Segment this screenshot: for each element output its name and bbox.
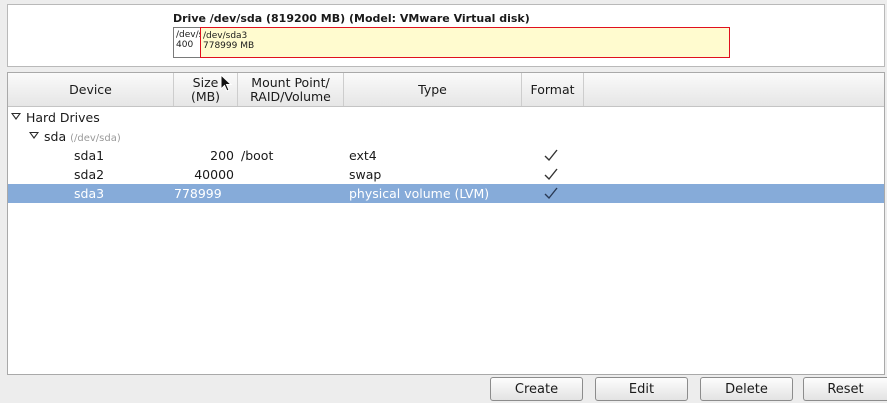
checkmark-icon[interactable] <box>544 167 558 181</box>
partition-segment-sda3[interactable]: /dev/sda3 778999 MB <box>200 27 730 58</box>
edit-button[interactable]: Edit <box>595 377 688 401</box>
size-cell: 778999 <box>174 186 222 201</box>
disk-path: (/dev/sda) <box>70 133 121 144</box>
type-cell: physical volume (LVM) <box>349 186 490 201</box>
create-button[interactable]: Create <box>490 377 583 401</box>
segment-label: /dev/sda1 <box>176 30 200 40</box>
column-header-device[interactable]: Device <box>8 73 174 106</box>
segment-size: 400 <box>176 40 194 50</box>
checkmark-icon[interactable] <box>544 148 558 162</box>
segment-size: 778999 MB <box>203 41 255 51</box>
table-row-sda3[interactable]: sda3 778999 physical volume (LVM) <box>8 184 884 203</box>
column-label: Size (MB) <box>190 74 221 104</box>
size-cell: 200 <box>210 148 234 163</box>
column-label: Type <box>418 81 447 97</box>
disk-name: sda <box>44 129 67 144</box>
delete-button[interactable]: Delete <box>700 377 793 401</box>
partition-bar: /dev/sda1 400 /dev/sda3 778999 MB <box>173 27 730 58</box>
tree-row-disk-sda[interactable]: sda (/dev/sda) <box>8 127 884 146</box>
table-row-sda2[interactable]: sda2 40000 swap <box>8 165 884 184</box>
device-cell: sda2 <box>74 167 105 182</box>
type-cell: swap <box>349 167 382 182</box>
reset-button[interactable]: Reset <box>803 377 887 401</box>
mount-cell: /boot <box>241 148 274 163</box>
expander-icon[interactable] <box>11 113 21 120</box>
column-header-format[interactable]: Format <box>522 73 584 106</box>
column-label: Format <box>530 81 575 97</box>
column-label: Device <box>69 81 112 97</box>
column-header-mount-point[interactable]: Mount Point/ RAID/Volume <box>238 73 344 106</box>
drive-title: Drive /dev/sda (819200 MB) (Model: VMwar… <box>173 12 530 25</box>
partition-table: Device Size (MB) Mount Point/ RAID/Volum… <box>7 72 885 375</box>
mouse-pointer-icon <box>220 74 233 92</box>
drive-summary-panel: Drive /dev/sda (819200 MB) (Model: VMwar… <box>7 4 885 67</box>
column-header-type[interactable]: Type <box>344 73 522 106</box>
partition-segment-sda1[interactable]: /dev/sda1 400 <box>174 28 200 57</box>
column-label: Mount Point/ RAID/Volume <box>250 74 331 104</box>
expander-icon[interactable] <box>29 132 39 139</box>
table-header: Device Size (MB) Mount Point/ RAID/Volum… <box>8 73 884 107</box>
tree-row-hard-drives[interactable]: Hard Drives <box>8 108 884 127</box>
segment-label: /dev/sda3 <box>203 31 248 41</box>
device-cell: sda3 <box>74 186 105 201</box>
group-label: Hard Drives <box>26 110 100 125</box>
table-row-sda1[interactable]: sda1 200 /boot ext4 <box>8 146 884 165</box>
device-cell: sda1 <box>74 148 105 163</box>
checkmark-icon[interactable] <box>544 186 558 200</box>
size-cell: 40000 <box>194 167 234 182</box>
type-cell: ext4 <box>349 148 377 163</box>
disk-label: sda (/dev/sda) <box>44 127 121 146</box>
